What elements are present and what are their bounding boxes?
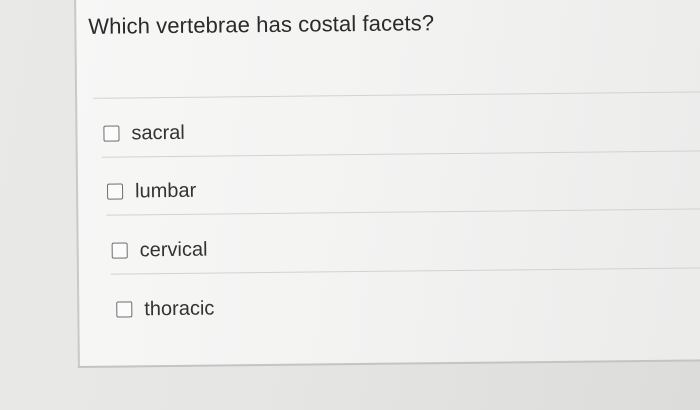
option-label-lumbar[interactable]: lumbar	[135, 179, 196, 203]
checkbox-sacral[interactable]	[103, 125, 120, 142]
screen-background: Which vertebrae has costal facets? sacra…	[0, 0, 700, 410]
question-card: Which vertebrae has costal facets? sacra…	[74, 0, 700, 368]
option-sacral[interactable]: sacral	[103, 107, 700, 153]
option-lumbar[interactable]: lumbar	[106, 165, 700, 211]
checkbox-thoracic[interactable]	[116, 301, 133, 318]
question-divider	[93, 91, 700, 99]
checkbox-cervical[interactable]	[111, 242, 128, 259]
option-label-sacral[interactable]: sacral	[131, 121, 185, 145]
question-text: Which vertebrae has costal facets?	[88, 10, 435, 39]
checkbox-lumbar[interactable]	[106, 183, 124, 200]
option-cervical[interactable]: cervical	[111, 224, 700, 270]
option-label-thoracic[interactable]: thoracic	[144, 297, 214, 321]
option-thoracic[interactable]: thoracic	[116, 283, 700, 329]
option-label-cervical[interactable]: cervical	[140, 238, 208, 262]
